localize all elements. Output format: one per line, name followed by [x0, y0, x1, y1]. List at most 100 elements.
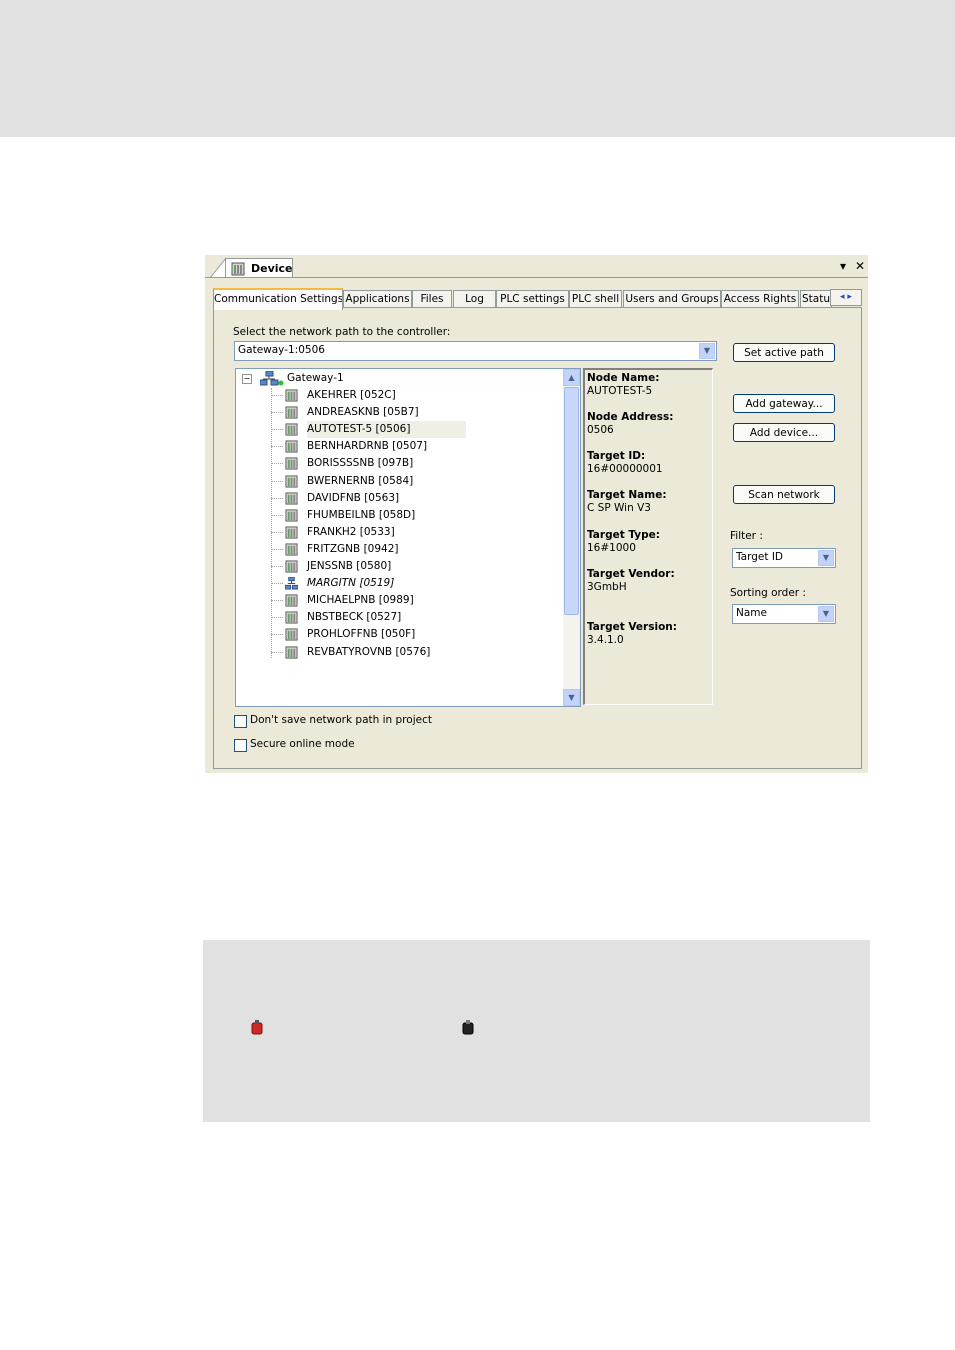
tree-device-label: BWERNERNB [0584] [307, 474, 414, 487]
tree-branch-line [271, 446, 283, 448]
device-icon [231, 262, 245, 276]
title-divider [205, 277, 868, 278]
tab-plc-settings[interactable]: PLC settings [496, 290, 569, 308]
tab-label: Communication Settings [214, 293, 343, 305]
tree-branch-line [271, 531, 283, 533]
secure-online-checkbox[interactable] [234, 739, 247, 752]
tab-applications[interactable]: Applications [343, 290, 412, 308]
network-path-combo[interactable]: Gateway-1:0506 ▼ [234, 341, 717, 361]
device-icon [285, 543, 298, 556]
tab-status[interactable]: Statu [800, 290, 832, 308]
set-active-path-button[interactable]: Set active path [733, 343, 835, 362]
communication-settings-panel: Select the network path to the controlle… [213, 307, 862, 769]
tree-device-label: JENSSNB [0580] [307, 560, 392, 572]
tree-branch-line [271, 617, 283, 619]
tree-device-label: BERNHARDRNB [0507] [307, 440, 428, 453]
header-band [0, 0, 955, 137]
device-info-panel: Node Name: AUTOTEST-5 Node Address: 0506… [583, 368, 713, 705]
device-window: Device ▾ ✕ Communication Settings Applic… [205, 255, 868, 773]
target-id-value: 16#00000001 [587, 463, 663, 475]
tab-label: Users and Groups [625, 293, 719, 305]
path-label: Select the network path to the controlle… [233, 326, 451, 338]
device-icon [285, 440, 298, 453]
target-name-value: C SP Win V3 [587, 502, 651, 514]
tab-files[interactable]: Files [412, 290, 452, 308]
dont-save-path-label: Don't save network path in project [250, 714, 432, 726]
window-menu-icon[interactable]: ▾ [840, 259, 846, 273]
tree-scrollbar[interactable]: ▲ ▼ [563, 369, 580, 706]
tree-device-label: FHUMBEILNB [058D] [307, 508, 416, 521]
add-gateway-button[interactable]: Add gateway... [733, 394, 835, 413]
device-icon [285, 509, 298, 522]
tree-branch-line [271, 651, 283, 653]
tree-branch-line [271, 548, 283, 550]
tree-branch-line [271, 583, 283, 585]
tree-branch-line [271, 600, 283, 602]
tree-device-label: ANDREASKNB [05B7] [307, 406, 419, 419]
sorting-order-select[interactable]: Name ▼ [732, 604, 836, 624]
tab-scroll-arrows[interactable]: ◂ ▸ [830, 289, 862, 306]
sorting-order-value: Name [736, 607, 767, 619]
black-device-icon [462, 1020, 474, 1035]
filter-label: Filter : [730, 530, 763, 542]
target-vendor-label: Target Vendor: [587, 568, 675, 580]
node-name-label: Node Name: [587, 372, 660, 384]
target-vendor-value: 3GmbH [587, 581, 627, 593]
tree-device-label: NBSTBECK [0527] [307, 611, 402, 624]
tab-access-rights[interactable]: Access Rights [721, 290, 799, 308]
target-version-value: 3.4.1.0 [587, 634, 624, 646]
add-device-button[interactable]: Add device... [733, 423, 835, 442]
dont-save-path-checkbox[interactable] [234, 715, 247, 728]
device-icon [285, 645, 298, 659]
collapse-icon[interactable]: − [242, 374, 252, 384]
scroll-up-icon[interactable]: ▲ [563, 369, 580, 386]
tree-branch-line [271, 497, 283, 499]
device-icon [285, 406, 298, 419]
tab-label: Access Rights [723, 293, 797, 305]
window-title: Device [251, 262, 293, 275]
node-address-label: Node Address: [587, 411, 674, 423]
secure-online-label: Secure online mode [250, 738, 355, 750]
device-icon [285, 423, 298, 436]
tree-branch-line [271, 514, 283, 516]
tree-device-label: MICHAELPNB [0989] [307, 594, 414, 607]
tab-log[interactable]: Log [453, 290, 496, 308]
tree-device-label: AKEHRER [052C] [307, 389, 396, 401]
tab-users-and-groups[interactable]: Users and Groups [623, 290, 721, 308]
target-version-label: Target Version: [587, 621, 677, 633]
tab-label: Log [465, 293, 484, 305]
chevron-down-icon[interactable]: ▼ [818, 550, 834, 566]
tab-plc-shell[interactable]: PLC shell [569, 290, 622, 308]
tree-branch-line [271, 480, 283, 482]
device-icon [285, 526, 298, 539]
target-type-label: Target Type: [587, 529, 660, 541]
close-icon[interactable]: ✕ [855, 259, 865, 273]
sorting-order-label: Sorting order : [730, 587, 806, 599]
device-icon [285, 594, 298, 607]
tree-branch-line [271, 566, 283, 567]
scroll-thumb[interactable] [564, 387, 579, 615]
target-type-value: 16#1000 [587, 542, 636, 554]
tree-device-label: DAVIDFNB [0563] [307, 491, 400, 504]
chevron-down-icon[interactable]: ▼ [699, 343, 715, 359]
scroll-down-icon[interactable]: ▼ [563, 689, 580, 706]
device-tree[interactable]: − Gateway-1 AKEHRER [052C] ANDREASKNB [05… [235, 368, 581, 707]
filter-value: Target ID [736, 551, 784, 563]
tree-branch-line [271, 395, 283, 396]
tree-device-label: BORISSSSNB [097B] [307, 457, 414, 470]
red-device-icon [251, 1020, 263, 1035]
target-name-label: Target Name: [587, 489, 667, 501]
scan-network-button[interactable]: Scan network [733, 485, 835, 504]
document-tab-device[interactable]: Device [225, 258, 293, 278]
tab-label: Statu [802, 293, 830, 305]
tab-communication-settings[interactable]: Communication Settings [213, 288, 343, 310]
tab-label: PLC settings [500, 293, 565, 305]
chevron-down-icon[interactable]: ▼ [818, 606, 834, 622]
tree-device-label: AUTOTEST-5 [0506] [307, 421, 467, 439]
tree-branch-line [271, 634, 283, 636]
node-address-value: 0506 [587, 424, 614, 436]
tab-label: PLC shell [571, 293, 620, 305]
gateway-label: Gateway-1 [287, 372, 344, 384]
filter-select[interactable]: Target ID ▼ [732, 548, 836, 568]
tree-branch-line [271, 412, 283, 414]
